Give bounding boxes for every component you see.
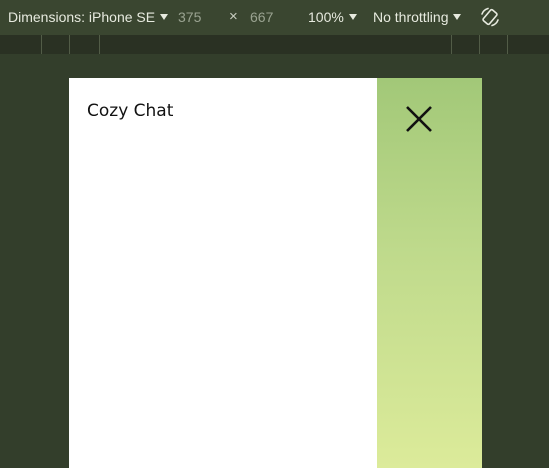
chevron-down-icon: [453, 14, 462, 20]
ruler-tick: [99, 35, 100, 54]
zoom-dropdown-label: 100%: [308, 9, 344, 25]
app-title[interactable]: Cozy Chat: [87, 101, 173, 121]
device-dropdown[interactable]: Dimensions: iPhone SE: [8, 9, 169, 25]
ruler-tick: [451, 35, 452, 54]
ruler-tick: [507, 35, 508, 54]
menu-panel: [377, 78, 482, 468]
close-icon[interactable]: [405, 105, 433, 133]
ruler-tick: [479, 35, 480, 54]
rotate-icon[interactable]: [479, 6, 501, 28]
throttling-dropdown-label: No throttling: [373, 9, 449, 25]
device-toolbar: Dimensions: iPhone SE 375 × 667 100% No …: [0, 0, 549, 35]
chevron-down-icon: [160, 14, 169, 20]
ruler-tick: [41, 35, 42, 54]
ruler-tick: [69, 35, 70, 54]
times-symbol: ×: [229, 8, 238, 25]
zoom-dropdown[interactable]: 100%: [308, 9, 357, 25]
media-query-ruler: [0, 35, 549, 54]
device-dropdown-label: Dimensions: iPhone SE: [8, 9, 156, 25]
throttling-dropdown[interactable]: No throttling: [373, 9, 462, 25]
height-input[interactable]: 667: [250, 9, 273, 25]
chevron-down-icon: [348, 14, 357, 20]
device-viewport: Cozy Chat: [69, 78, 482, 468]
width-input[interactable]: 375: [178, 9, 201, 25]
